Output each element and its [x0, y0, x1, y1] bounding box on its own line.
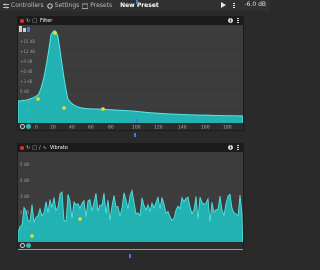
presets-menu[interactable]: Presets	[82, 2, 112, 9]
play-icon[interactable]	[221, 2, 226, 8]
top-bar: Controllers Settings Presets New Preset …	[0, 0, 270, 11]
filter-node[interactable]	[62, 106, 66, 110]
reset-icon[interactable]	[20, 243, 25, 248]
shape-icon[interactable]: ∿	[43, 145, 47, 151]
filter-node[interactable]	[101, 107, 105, 111]
presets-label: Presets	[90, 2, 113, 9]
controllers-label: Controllers	[11, 2, 44, 9]
controllers-menu[interactable]: Controllers	[3, 2, 44, 9]
filter-node[interactable]	[36, 97, 40, 101]
filter-x-label: 20	[50, 125, 56, 131]
filter-graph[interactable]: +15 dB +12 dB +9 dB +6 dB +3 dB 0 dB -3 …	[18, 25, 243, 125]
vibrato-y-label: 5 dB	[20, 162, 29, 167]
bypass-icon[interactable]: □	[32, 145, 37, 151]
bottom-bar	[0, 253, 270, 259]
vibrato-panel-header: ↻ □ / ∿ Vibrato i	[18, 144, 243, 152]
filter-x-label: 80	[108, 125, 114, 131]
folder-icon	[82, 3, 89, 9]
filter-y-label: +15 dB	[20, 39, 35, 44]
power-icon[interactable]	[20, 19, 24, 23]
filter-x-axis: 0 20 40 60 80 100 120 140 160 180	[18, 123, 243, 130]
top-position-marker	[136, 0, 138, 4]
filter-y-label: +3 dB	[20, 79, 33, 84]
vibrato-footer	[18, 242, 243, 249]
mode-icon[interactable]	[26, 243, 31, 248]
refresh-icon[interactable]: ↻	[26, 145, 30, 151]
refresh-icon[interactable]: ↻	[26, 18, 30, 24]
panel-menu-icon[interactable]	[237, 145, 240, 151]
filter-y-label: +9 dB	[20, 59, 33, 64]
filter-title: Filter	[39, 18, 53, 24]
settings-label: Settings	[54, 2, 80, 9]
preset-name[interactable]: New Preset	[120, 2, 159, 9]
filter-x-label: 120	[154, 125, 163, 131]
bypass-icon[interactable]: □	[32, 18, 37, 24]
filter-x-label: 60	[88, 125, 94, 131]
filter-x-label: 0	[35, 125, 38, 131]
filter-y-label: +6 dB	[20, 69, 33, 74]
filter-x-label: 100	[132, 125, 141, 131]
settings-menu[interactable]: Settings	[46, 2, 80, 9]
vibrato-panel: ↻ □ / ∿ Vibrato i 5 dB 4 dB 3 dB 2 dB 1 …	[17, 143, 244, 250]
info-icon[interactable]: i	[228, 18, 233, 23]
vibrato-title: Vibrato	[49, 145, 68, 151]
divider-bar	[0, 132, 270, 138]
vibrato-graph[interactable]: 5 dB 4 dB 3 dB 2 dB 1 dB 0 dB	[18, 152, 243, 250]
filter-x-label: 40	[69, 125, 75, 131]
filter-panel: ↻ □ Filter i +15 dB +12 dB +9 dB +6 dB +…	[17, 16, 244, 131]
vibrato-node[interactable]	[30, 234, 34, 238]
filter-node[interactable]	[53, 31, 57, 35]
filter-y-label: 0 dB	[20, 89, 29, 94]
vibrato-y-label: 3 dB	[20, 194, 29, 199]
filter-x-label: 180	[223, 125, 232, 131]
position-marker[interactable]	[129, 254, 131, 258]
more-menu-icon[interactable]	[233, 3, 236, 9]
vibrato-y-label: 4 dB	[20, 178, 29, 183]
power-icon[interactable]	[20, 146, 24, 150]
filter-x-label: 160	[201, 125, 210, 131]
position-marker[interactable]	[134, 133, 136, 137]
controllers-icon	[3, 3, 9, 8]
info-icon[interactable]: i	[228, 145, 233, 150]
filter-panel-header: ↻ □ Filter i	[18, 17, 243, 25]
output-gain[interactable]: -6.0 dB	[244, 1, 266, 8]
filter-x-label: 140	[178, 125, 187, 131]
link-icon[interactable]: /	[39, 145, 41, 151]
gear-icon	[46, 2, 53, 9]
filter-y-label: +12 dB	[20, 49, 35, 54]
panel-menu-icon[interactable]	[237, 18, 240, 24]
vibrato-node[interactable]	[78, 217, 82, 221]
